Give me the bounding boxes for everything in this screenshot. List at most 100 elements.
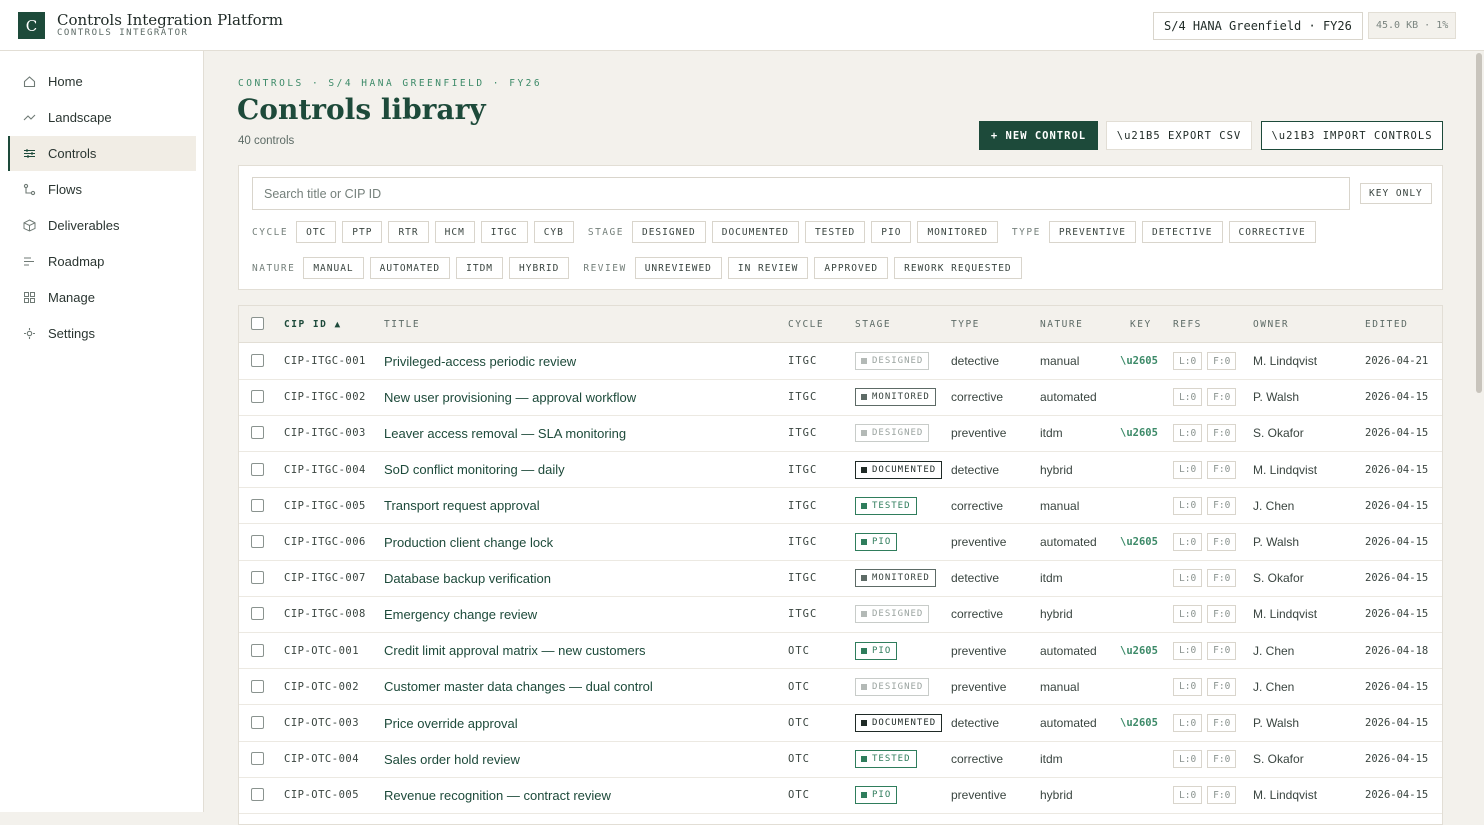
sidebar-item-deliverables[interactable]: Deliverables	[8, 208, 196, 243]
ref-f-badge[interactable]: F:0	[1207, 786, 1237, 805]
chip-nature-hybrid[interactable]: HYBRID	[509, 257, 570, 279]
ref-f-badge[interactable]: F:0	[1207, 569, 1237, 588]
row-checkbox[interactable]	[251, 498, 264, 512]
control-title-link[interactable]: New user provisioning — approval workflo…	[384, 379, 636, 415]
chip-review-approved[interactable]: APPROVED	[814, 257, 889, 279]
chip-stage-designed[interactable]: DESIGNED	[631, 221, 706, 243]
chip-type-preventive[interactable]: PREVENTIVE	[1048, 221, 1137, 243]
column-cycle[interactable]: CYCLE	[788, 319, 824, 330]
ref-l-badge[interactable]: L:0	[1173, 496, 1203, 515]
control-title-link[interactable]: Customer master data changes — dual cont…	[384, 669, 653, 705]
search-input[interactable]	[252, 177, 1350, 210]
ref-l-badge[interactable]: L:0	[1173, 460, 1203, 479]
column-key[interactable]: KEY	[1130, 319, 1152, 330]
sidebar-item-settings[interactable]: Settings	[8, 316, 196, 351]
control-title-link[interactable]: SoD conflict monitoring — daily	[384, 452, 565, 488]
control-title-link[interactable]: Credit limit approval matrix — new custo…	[384, 633, 646, 669]
row-checkbox[interactable]	[251, 462, 264, 476]
chip-stage-documented[interactable]: DOCUMENTED	[711, 221, 799, 243]
ref-l-badge[interactable]: L:0	[1173, 533, 1203, 551]
chip-cycle-ptp[interactable]: PTP	[342, 221, 383, 243]
control-title-link[interactable]: Leaver access removal — SLA monitoring	[384, 415, 626, 451]
table-row[interactable]: CIP-OTC-004 Sales order hold review OTC TES…	[239, 741, 1442, 778]
ref-f-badge[interactable]: F:0	[1207, 460, 1237, 479]
sidebar-item-home[interactable]: Home	[8, 64, 196, 99]
column-stage[interactable]: STAGE	[855, 319, 891, 330]
row-checkbox[interactable]	[251, 788, 264, 802]
row-checkbox[interactable]	[251, 571, 264, 585]
chip-stage-pio[interactable]: PIO	[871, 221, 912, 243]
ref-f-badge[interactable]: F:0	[1207, 641, 1237, 660]
ref-l-badge[interactable]: L:0	[1173, 569, 1203, 588]
sidebar-item-controls[interactable]: Controls	[8, 136, 196, 171]
row-checkbox[interactable]	[251, 643, 264, 657]
export-csv-button[interactable]: \u21B5 EXPORT CSV	[1106, 121, 1252, 150]
project-selector[interactable]: S/4 HANA Greenfield · FY26	[1153, 12, 1363, 40]
column-refs[interactable]: REFS	[1173, 319, 1202, 330]
column-type[interactable]: TYPE	[951, 319, 980, 330]
ref-l-badge[interactable]: L:0	[1173, 786, 1203, 805]
column-edited[interactable]: EDITED	[1365, 319, 1408, 330]
table-row[interactable]: CIP-ITGC-003 Leaver access removal — SLA …	[239, 415, 1442, 452]
ref-f-badge[interactable]: F:0	[1207, 388, 1237, 407]
control-title-link[interactable]: Production client change lock	[384, 524, 553, 560]
chip-stage-monitored[interactable]: MONITORED	[917, 221, 998, 243]
table-row[interactable]: CIP-ITGC-008 Emergency change review ITGC D…	[239, 596, 1442, 633]
ref-f-badge[interactable]: F:0	[1207, 424, 1237, 443]
row-checkbox[interactable]	[251, 354, 264, 367]
scrollbar-thumb[interactable]	[1476, 53, 1482, 393]
ref-f-badge[interactable]: F:0	[1207, 496, 1237, 515]
sidebar-item-manage[interactable]: Manage	[8, 280, 196, 315]
row-checkbox[interactable]	[251, 426, 264, 440]
ref-f-badge[interactable]: F:0	[1207, 533, 1237, 551]
control-title-link[interactable]: Database backup verification	[384, 560, 551, 596]
chip-type-corrective[interactable]: CORRECTIVE	[1228, 221, 1316, 243]
row-checkbox[interactable]	[251, 716, 264, 729]
sidebar-item-landscape[interactable]: Landscape	[8, 100, 196, 135]
column-cip-id[interactable]: CIP ID ▲	[284, 319, 342, 330]
ref-f-badge[interactable]: F:0	[1207, 677, 1237, 696]
sidebar-item-roadmap[interactable]: Roadmap	[8, 244, 196, 279]
table-row[interactable]: CIP-ITGC-005 Transport request approval IT…	[239, 488, 1442, 525]
table-row[interactable]: CIP-ITGC-006 Production client change loc…	[239, 524, 1442, 561]
table-row[interactable]: CIP-ITGC-004 SoD conflict monitoring — da…	[239, 452, 1442, 489]
table-row[interactable]: CIP-ITGC-001 Privileged-access periodic r…	[239, 343, 1442, 380]
page-scrollbar[interactable]	[1474, 51, 1484, 812]
chip-nature-itdm[interactable]: ITDM	[456, 257, 504, 279]
table-row[interactable]: CIP-ITGC-007 Database backup verification…	[239, 560, 1442, 597]
table-row[interactable]: CIP-ITGC-002 New user provisioning — appr…	[239, 379, 1442, 416]
control-title-link[interactable]: Price override approval	[384, 705, 518, 741]
ref-l-badge[interactable]: L:0	[1173, 388, 1203, 407]
table-row[interactable]: CIP-OTC-005 Revenue recognition — contrac…	[239, 777, 1442, 814]
row-checkbox[interactable]	[251, 679, 264, 693]
control-title-link[interactable]: Privileged-access periodic review	[384, 343, 576, 379]
ref-f-badge[interactable]: F:0	[1207, 750, 1237, 769]
key-only-toggle[interactable]: KEY ONLY	[1360, 183, 1432, 204]
ref-l-badge[interactable]: L:0	[1173, 641, 1203, 660]
ref-f-badge[interactable]: F:0	[1207, 605, 1237, 624]
ref-l-badge[interactable]: L:0	[1173, 677, 1203, 696]
ref-l-badge[interactable]: L:0	[1173, 714, 1203, 732]
column-owner[interactable]: OWNER	[1253, 319, 1289, 330]
app-logo[interactable]: C	[18, 12, 45, 39]
ref-f-badge[interactable]: F:0	[1207, 714, 1237, 732]
control-title-link[interactable]: Sales order hold review	[384, 741, 520, 777]
table-row[interactable]: CIP-OTC-002 Customer master data changes …	[239, 669, 1442, 706]
select-all-checkbox[interactable]	[251, 317, 264, 330]
ref-l-badge[interactable]: L:0	[1173, 352, 1203, 370]
ref-l-badge[interactable]: L:0	[1173, 424, 1203, 443]
control-title-link[interactable]: Emergency change review	[384, 596, 537, 632]
chip-review-in-review[interactable]: IN REVIEW	[727, 257, 809, 279]
column-nature[interactable]: NATURE	[1040, 319, 1083, 330]
chip-stage-tested[interactable]: TESTED	[804, 221, 866, 243]
control-title-link[interactable]: Revenue recognition — contract review	[384, 777, 611, 813]
row-checkbox[interactable]	[251, 535, 264, 548]
chip-cycle-otc[interactable]: OTC	[296, 221, 337, 243]
import-controls-button[interactable]: \u21B3 IMPORT CONTROLS	[1261, 121, 1443, 150]
ref-l-badge[interactable]: L:0	[1173, 605, 1203, 624]
chip-nature-automated[interactable]: AUTOMATED	[369, 257, 451, 279]
ref-f-badge[interactable]: F:0	[1207, 352, 1237, 370]
chip-cycle-rtr[interactable]: RTR	[388, 221, 429, 243]
table-row[interactable]: CIP-OTC-001 Credit limit approval matrix …	[239, 633, 1442, 670]
chip-cycle-itgc[interactable]: ITGC	[480, 221, 528, 243]
